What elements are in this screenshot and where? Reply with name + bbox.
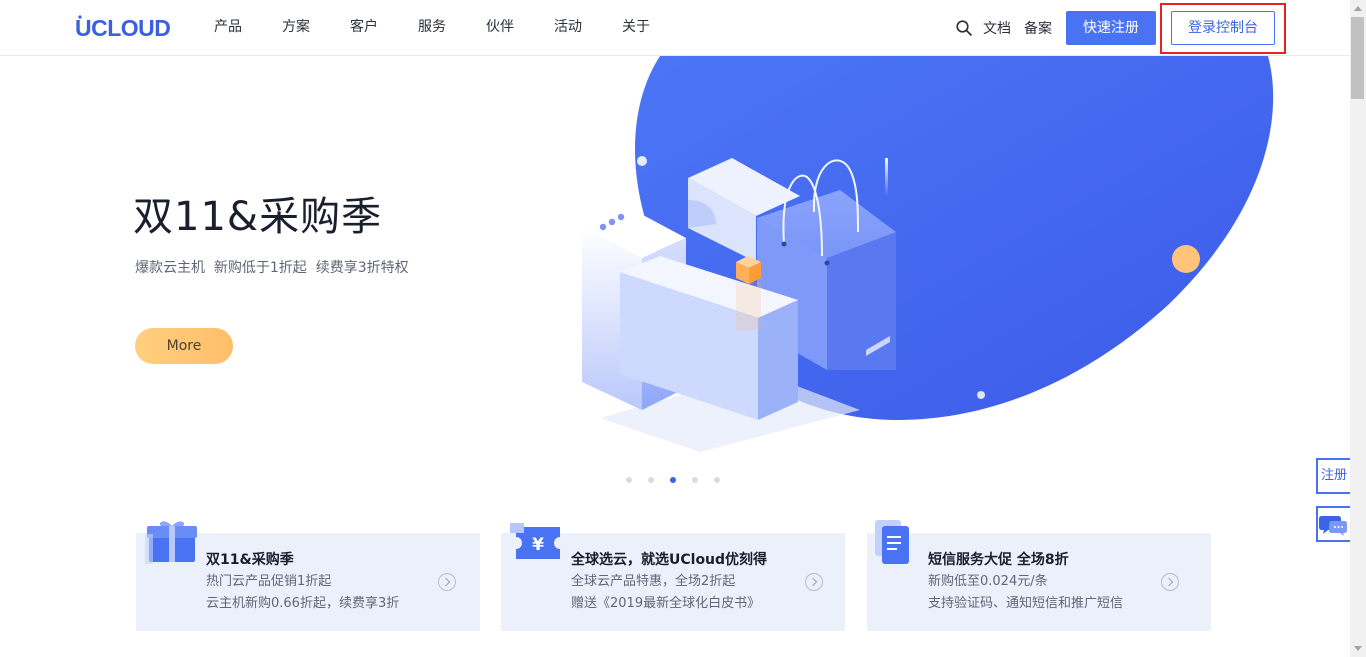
nav-item-solutions[interactable]: 方案 bbox=[282, 17, 310, 37]
nav-item-products[interactable]: 产品 bbox=[214, 17, 242, 37]
scroll-down-arrow-icon[interactable] bbox=[1350, 640, 1366, 657]
quick-register-button[interactable]: 快速注册 bbox=[1066, 11, 1156, 45]
login-console-button[interactable]: 登录控制台 bbox=[1171, 11, 1275, 45]
carousel-dot[interactable] bbox=[692, 477, 698, 483]
carousel-dot-active[interactable] bbox=[670, 477, 676, 483]
yen-ticket-icon: ¥ bbox=[510, 523, 560, 559]
document-icon bbox=[875, 520, 909, 564]
carousel-dot[interactable] bbox=[714, 477, 720, 483]
chevron-right-icon[interactable] bbox=[1161, 573, 1179, 591]
card-line: 赠送《2019最新全球化白皮书》 bbox=[571, 596, 761, 611]
filing-link[interactable]: 备案 bbox=[1024, 19, 1052, 39]
scroll-up-arrow-icon[interactable] bbox=[1350, 0, 1366, 17]
docs-link[interactable]: 文档 bbox=[983, 19, 1011, 39]
card-title: 双11&采购季 bbox=[206, 552, 294, 568]
more-button[interactable]: More bbox=[135, 328, 233, 364]
nav-item-customers[interactable]: 客户 bbox=[350, 17, 378, 37]
svg-text:¥: ¥ bbox=[532, 535, 544, 555]
hero-title: 双11&采购季 bbox=[133, 194, 383, 240]
top-header: UCLOUD 产品 方案 客户 服务 伙伴 活动 关于 文档 备案 快速注册 登… bbox=[0, 0, 1350, 56]
card-title: 短信服务大促 全场8折 bbox=[928, 552, 1069, 568]
chevron-right-icon[interactable] bbox=[805, 573, 823, 591]
nav-item-services[interactable]: 服务 bbox=[418, 17, 446, 37]
side-register-button[interactable]: 注册 bbox=[1316, 458, 1350, 494]
nav-item-partners[interactable]: 伙伴 bbox=[486, 17, 514, 37]
card-line: 新购低至0.024元/条 bbox=[928, 574, 1048, 589]
svg-text:UCLOUD: UCLOUD bbox=[75, 15, 170, 40]
chevron-right-icon[interactable] bbox=[438, 573, 456, 591]
search-icon[interactable] bbox=[955, 19, 973, 37]
card-line: 全球云产品特惠，全场2折起 bbox=[571, 574, 736, 589]
carousel-dot[interactable] bbox=[648, 477, 654, 483]
card-title: 全球选云，就选UCloud优刻得 bbox=[571, 552, 768, 568]
chat-icon bbox=[1319, 516, 1347, 536]
ucloud-logo[interactable]: UCLOUD bbox=[75, 14, 177, 40]
card-line: 热门云产品促销1折起 bbox=[206, 574, 332, 589]
scrollbar-thumb[interactable] bbox=[1351, 17, 1364, 99]
hero-subtitle: 爆款云主机 新购低于1折起 续费享3折特权 bbox=[135, 260, 409, 276]
gift-icon bbox=[145, 521, 197, 564]
card-line: 支持验证码、通知短信和推广短信 bbox=[928, 596, 1124, 611]
card-line: 云主机新购0.66折起，续费享3折 bbox=[206, 596, 400, 611]
nav-item-events[interactable]: 活动 bbox=[554, 17, 582, 37]
hero-illustration bbox=[582, 56, 1274, 452]
side-chat-button[interactable] bbox=[1316, 506, 1350, 542]
promo-card-sms[interactable]: 短信服务大促 全场8折 新购低至0.024元/条 支持验证码、通知短信和推广短信 bbox=[867, 533, 1211, 631]
carousel-dot[interactable] bbox=[626, 477, 632, 483]
nav-item-about[interactable]: 关于 bbox=[622, 17, 650, 37]
